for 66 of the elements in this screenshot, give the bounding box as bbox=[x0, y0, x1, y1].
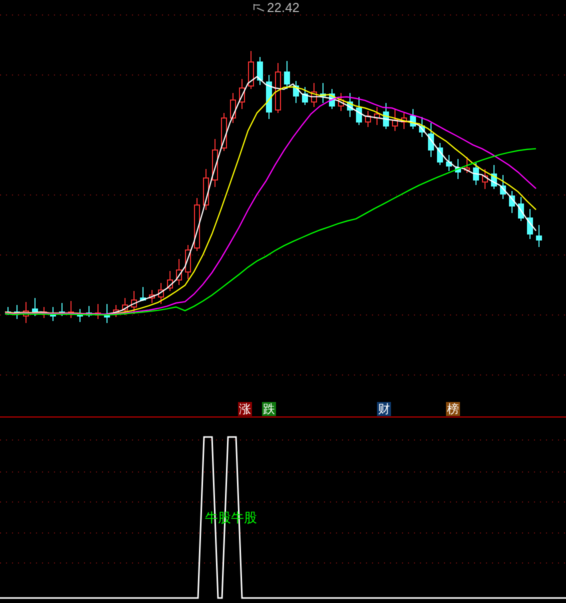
candlestick bbox=[239, 78, 245, 110]
candlestick bbox=[95, 304, 101, 320]
candlestick bbox=[311, 82, 317, 108]
candlestick bbox=[257, 56, 263, 86]
candlestick bbox=[275, 62, 281, 114]
candlestick bbox=[410, 108, 416, 130]
candlestick bbox=[5, 306, 11, 316]
candlestick bbox=[131, 290, 137, 314]
candlestick bbox=[149, 290, 155, 304]
event-badge: 榜 bbox=[446, 402, 460, 416]
candlestick bbox=[455, 158, 461, 180]
candlestick bbox=[473, 162, 479, 186]
candlestick bbox=[374, 106, 380, 126]
candlestick bbox=[23, 302, 29, 324]
candlestick bbox=[221, 112, 227, 152]
candlestick bbox=[68, 300, 74, 318]
candlestick bbox=[230, 92, 236, 124]
candlestick bbox=[293, 80, 299, 104]
candlestick bbox=[185, 244, 191, 280]
candlestick bbox=[302, 86, 308, 106]
candlestick bbox=[176, 258, 182, 286]
candlestick bbox=[536, 224, 542, 248]
candlestick bbox=[248, 50, 254, 90]
candlestick bbox=[491, 164, 497, 190]
candlestick bbox=[266, 74, 272, 120]
candlestick bbox=[437, 142, 443, 166]
candlestick bbox=[446, 154, 452, 172]
event-badge: 跌 bbox=[262, 402, 276, 416]
candlestick bbox=[194, 198, 200, 252]
candlestick bbox=[365, 110, 371, 128]
candlestick bbox=[356, 96, 362, 126]
candlestick bbox=[158, 282, 164, 304]
high-marker-icon bbox=[254, 4, 264, 12]
candlestick bbox=[203, 168, 209, 210]
candlestick bbox=[212, 138, 218, 188]
candlestick bbox=[50, 306, 56, 322]
candlestick bbox=[527, 208, 533, 240]
candlestick bbox=[338, 92, 344, 112]
candlestick bbox=[509, 190, 515, 214]
candlestick bbox=[401, 112, 407, 130]
candlestick bbox=[383, 102, 389, 130]
candlestick bbox=[140, 286, 146, 302]
candlestick bbox=[32, 298, 38, 316]
candlestick bbox=[41, 306, 47, 318]
candlestick bbox=[284, 60, 290, 90]
event-badge: 财 bbox=[377, 402, 391, 416]
candlestick bbox=[428, 122, 434, 158]
candlestick bbox=[347, 92, 353, 118]
candlestick bbox=[104, 304, 110, 324]
candlestick bbox=[500, 174, 506, 200]
candlestick bbox=[167, 270, 173, 292]
candlestick bbox=[320, 82, 326, 104]
high-price-label: 22.42 bbox=[267, 0, 300, 15]
event-badge: 涨 bbox=[238, 402, 252, 416]
candlestick bbox=[122, 298, 128, 316]
candlestick bbox=[464, 156, 470, 174]
candlestick bbox=[329, 88, 335, 110]
candlestick bbox=[77, 308, 83, 322]
candlestick bbox=[392, 108, 398, 132]
candlestick bbox=[113, 304, 119, 318]
candlestick bbox=[14, 304, 20, 320]
candlestick bbox=[59, 302, 65, 316]
candlestick bbox=[86, 306, 92, 318]
candlestick bbox=[518, 196, 524, 222]
candlestick bbox=[419, 116, 425, 138]
candlestick bbox=[482, 168, 488, 190]
